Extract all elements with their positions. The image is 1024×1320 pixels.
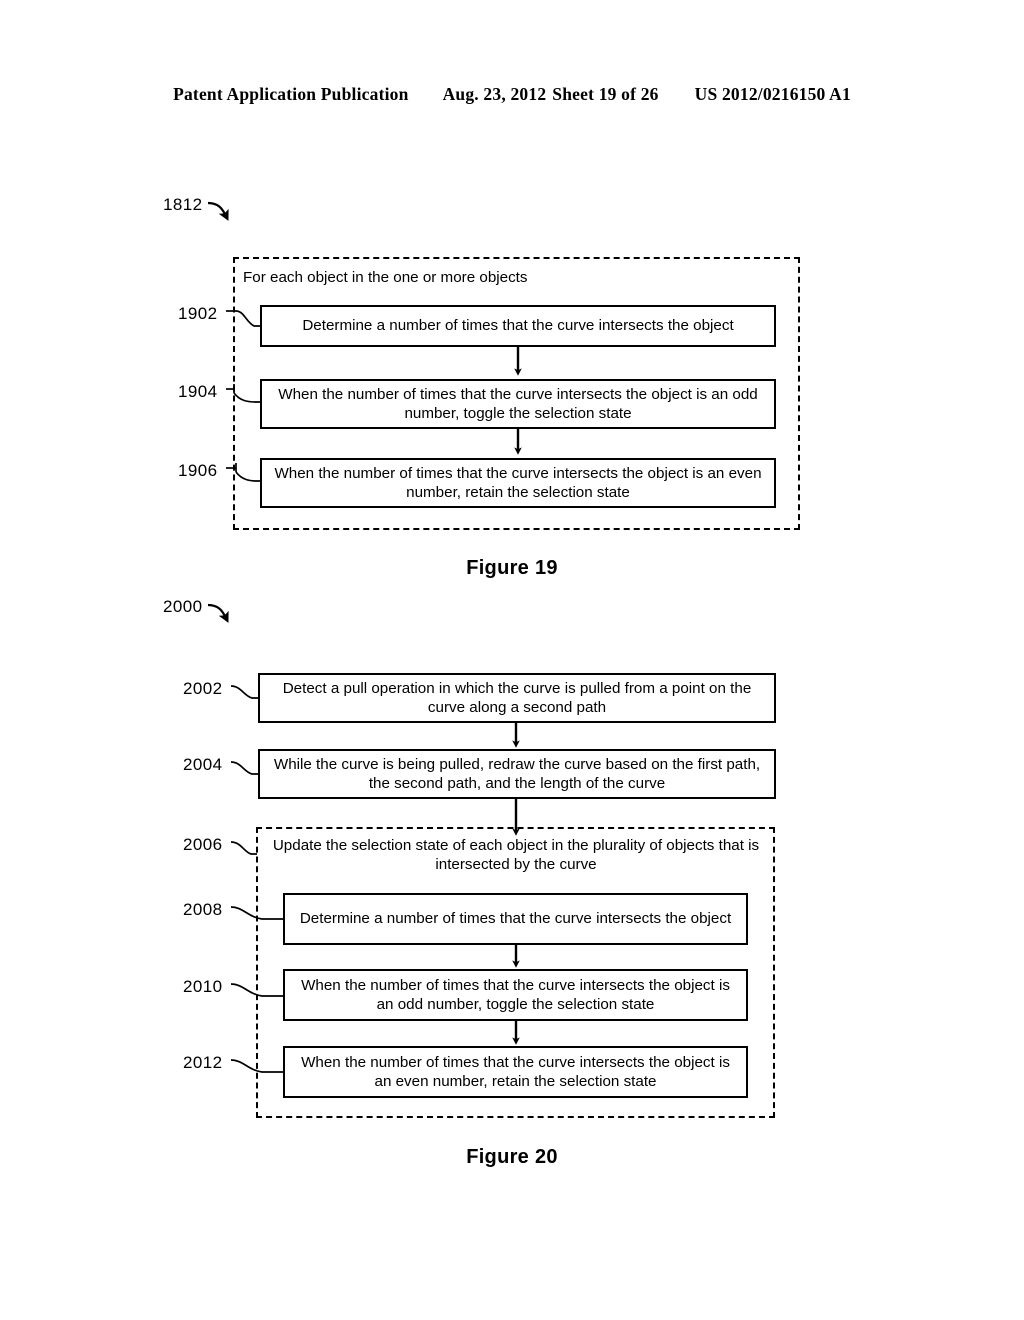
- process-box-2004: While the curve is being pulled, redraw …: [258, 749, 776, 799]
- leader-line-2002: [230, 685, 259, 699]
- step-reference-2004: 2004: [183, 755, 223, 774]
- process-box-2010: When the number of times that the curve …: [283, 969, 748, 1021]
- step-reference-1904: 1904: [178, 382, 218, 401]
- figure19-caption: Figure 19: [466, 557, 558, 579]
- process-box-1902: Determine a number of times that the cur…: [260, 305, 776, 347]
- process-box-1906: When the number of times that the curve …: [260, 458, 776, 508]
- step-reference-2008: 2008: [183, 900, 223, 919]
- process-box-2012-text: When the number of times that the curve …: [301, 1053, 730, 1090]
- header-publication-label: Patent Application Publication: [173, 84, 409, 104]
- step-reference-2012: 2012: [183, 1053, 223, 1072]
- process-box-2008: Determine a number of times that the cur…: [283, 893, 748, 945]
- step-reference-2006: 2006: [183, 835, 223, 854]
- figure-vector-overlay: [207, 201, 522, 1073]
- page-header: Patent Application Publication Aug. 23, …: [0, 84, 1024, 105]
- figure20-caption: Figure 20: [466, 1146, 558, 1168]
- process-box-2004-text: While the curve is being pulled, redraw …: [273, 755, 761, 792]
- process-box-1902-text: Determine a number of times that the cur…: [302, 317, 734, 335]
- header-patent-number-label: US 2012/0216150 A1: [694, 84, 851, 104]
- flow-arrow-2000: [207, 603, 229, 623]
- process-box-1904: When the number of times that the curve …: [260, 379, 776, 429]
- process-box-2008-text: Determine a number of times that the cur…: [299, 910, 732, 928]
- flow-reference-2000: 2000: [163, 597, 203, 616]
- process-box-2002: Detect a pull operation in which the cur…: [258, 673, 776, 723]
- process-box-2002-text: Detect a pull operation in which the cur…: [282, 679, 752, 716]
- process-box-2010-text: When the number of times that the curve …: [301, 976, 730, 1013]
- header-date-label: Aug. 23, 2012: [442, 84, 547, 104]
- figure19-group-heading: For each object in the one or more objec…: [243, 269, 528, 286]
- process-box-2012: When the number of times that the curve …: [283, 1046, 748, 1098]
- step-reference-2002: 2002: [183, 679, 223, 698]
- leader-line-2006: [230, 841, 257, 855]
- step-reference-2010: 2010: [183, 977, 223, 996]
- flow-reference-1812: 1812: [163, 195, 203, 214]
- figure20-group-heading: Update the selection state of each objec…: [272, 837, 760, 874]
- header-sheet-label: Sheet 19 of 26: [552, 84, 659, 104]
- process-box-1904-text: When the number of times that the curve …: [278, 385, 758, 422]
- leader-line-2004: [230, 761, 259, 775]
- step-reference-1902: 1902: [178, 304, 218, 323]
- flow-arrow-1812: [207, 201, 229, 221]
- step-reference-1906: 1906: [178, 461, 218, 480]
- process-box-1906-text: When the number of times that the curve …: [274, 464, 762, 501]
